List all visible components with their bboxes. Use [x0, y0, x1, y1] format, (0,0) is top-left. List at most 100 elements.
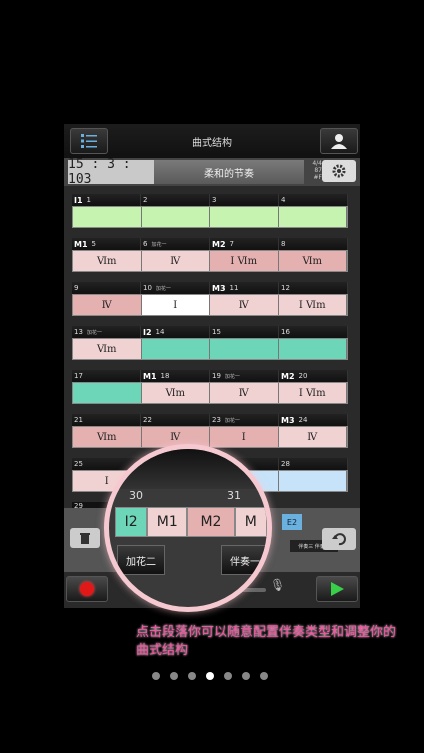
bar-label: 23 加花一 — [210, 414, 279, 426]
measure-cell[interactable]: Ⅰ Ⅵm — [278, 383, 347, 403]
measure-cell[interactable] — [278, 339, 347, 359]
section-e2[interactable]: E2 — [282, 514, 302, 530]
bar-header: M1 5 6 加花一 M2 7 8 — [72, 238, 348, 250]
menu-button[interactable] — [70, 128, 108, 154]
fill-two-button[interactable]: 加花二 — [117, 545, 165, 575]
gear-icon — [332, 164, 346, 178]
chord-row: ⅣⅠⅣⅠ Ⅵm — [72, 294, 348, 316]
measure-cell[interactable]: Ⅵm — [278, 251, 347, 271]
section-block[interactable]: M — [234, 507, 267, 537]
position-display: 15 : 3 : 103 — [68, 157, 154, 187]
measure-cell[interactable]: Ⅳ — [141, 251, 210, 271]
measure-cell[interactable] — [278, 207, 347, 227]
page-dot[interactable] — [170, 672, 178, 680]
bar-label: 16 — [279, 326, 348, 338]
play-button[interactable] — [316, 576, 358, 602]
measure-cell[interactable]: Ⅳ — [210, 383, 279, 403]
measure-cell[interactable]: Ⅳ — [73, 295, 142, 315]
measure-row: 17 M1 18 19 加花一 M2 20 Ⅵm Ⅳ Ⅰ Ⅵm — [72, 370, 352, 414]
measure-cell[interactable] — [278, 471, 347, 491]
settings-button[interactable] — [322, 160, 356, 182]
section-label: M3 — [212, 283, 226, 293]
bar-label: 9 — [72, 282, 141, 294]
bar-number: 13 — [74, 328, 83, 336]
pattern-tag: 加花一 — [224, 417, 240, 424]
measure-cell[interactable]: Ⅵm — [73, 339, 142, 359]
section-label: M1 — [74, 239, 88, 249]
bar-label: 19 加花一 — [210, 370, 279, 382]
microphone-icon[interactable]: 🎙 — [270, 578, 285, 598]
measure-cell[interactable] — [141, 207, 210, 227]
title-bar: 曲式结构 — [64, 124, 360, 158]
undo-button[interactable] — [322, 528, 356, 550]
bar-label: 28 — [279, 458, 348, 470]
user-button[interactable] — [320, 128, 358, 154]
measure-cell[interactable] — [73, 383, 142, 403]
measure-cell[interactable]: Ⅵm — [141, 383, 210, 403]
page-title: 曲式结构 — [192, 137, 232, 149]
pattern-tag: 加花一 — [86, 329, 102, 336]
measure-cell[interactable]: Ⅰ — [141, 295, 210, 315]
style-selector[interactable]: 柔和的节奏 — [154, 160, 304, 184]
chord-row: Ⅵm Ⅳ Ⅰ Ⅳ — [72, 426, 348, 448]
magnifier-sections: I2 M1 M2 M — [109, 507, 267, 537]
measure-cell[interactable] — [210, 339, 279, 359]
bar-label: 8 — [279, 238, 348, 250]
bar-number: 22 — [143, 416, 152, 424]
bar-label: M1 5 — [72, 238, 141, 250]
info-bar: 15 : 3 : 103 柔和的节奏 4/4 87 #F — [64, 157, 360, 187]
measure-cell[interactable] — [210, 207, 279, 227]
section-block[interactable]: M2 — [187, 507, 235, 537]
bar-label: 2 — [141, 194, 210, 206]
measure-row: 9 10 加花一 M3 11 12 Ⅳ Ⅰ Ⅳ Ⅰ Ⅵm — [72, 282, 352, 326]
bar-number: 9 — [74, 284, 79, 292]
record-button[interactable] — [66, 576, 108, 602]
bar-number: 5 — [91, 240, 96, 248]
page-dot[interactable] — [242, 672, 250, 680]
bar-label: 4 — [279, 194, 348, 206]
section-label: I1 — [74, 195, 83, 205]
measure-cell[interactable]: Ⅳ — [278, 427, 347, 447]
bar-number: 14 — [155, 328, 165, 336]
section-block[interactable]: M1 — [147, 507, 188, 537]
pattern-tag: 加花一 — [155, 285, 171, 292]
page-dot[interactable] — [152, 672, 160, 680]
page-dot[interactable] — [224, 672, 232, 680]
measure-cell[interactable]: Ⅰ Ⅵm — [210, 251, 279, 271]
bar-label: 12 — [279, 282, 348, 294]
measure-cell[interactable]: Ⅳ — [210, 295, 279, 315]
bar-number: 20 — [298, 372, 308, 380]
chord-row: Ⅵm Ⅳ Ⅰ Ⅵm Ⅵm — [72, 250, 348, 272]
bar-number: 7 — [229, 240, 234, 248]
section-label: I2 — [143, 327, 152, 337]
measure-cell[interactable]: Ⅰ — [210, 427, 279, 447]
accompaniment-one-button[interactable]: 伴奏一 — [221, 545, 267, 575]
key: #F — [313, 174, 322, 181]
measure-row: M1 5 6 加花一 M2 7 8 Ⅵm Ⅳ Ⅰ Ⅵm Ⅵm — [72, 238, 352, 282]
bar-number: 28 — [281, 460, 290, 468]
section-label: M3 — [281, 415, 295, 425]
bar-label: 15 — [210, 326, 279, 338]
bar-label: M3 24 — [279, 414, 348, 426]
bar-number: 23 — [212, 416, 221, 424]
measure-cell[interactable]: Ⅵm — [73, 427, 142, 447]
page-dot[interactable] — [206, 672, 214, 680]
pattern-tag: 加花一 — [224, 373, 240, 380]
measure-row: 13 加花一 I2 14 15 16 Ⅵm — [72, 326, 352, 370]
bar-header: I1 1 2 3 4 — [72, 194, 348, 206]
record-icon — [80, 582, 94, 596]
page-dot[interactable] — [260, 672, 268, 680]
measure-cell[interactable]: Ⅰ Ⅵm — [278, 295, 347, 315]
measure-cell[interactable] — [73, 207, 142, 227]
bar-number: 18 — [160, 372, 170, 380]
measure-cell[interactable] — [141, 339, 210, 359]
bar-label: I2 14 — [141, 326, 210, 338]
measure-cell[interactable]: Ⅵm — [73, 251, 142, 271]
chord-row: Ⅵm — [72, 338, 348, 360]
section-block[interactable]: I2 — [115, 507, 148, 537]
page-dot[interactable] — [188, 672, 196, 680]
magnifier-header — [109, 449, 267, 489]
bar-label: 3 — [210, 194, 279, 206]
delete-button[interactable] — [70, 528, 100, 548]
bar-label: M1 18 — [141, 370, 210, 382]
